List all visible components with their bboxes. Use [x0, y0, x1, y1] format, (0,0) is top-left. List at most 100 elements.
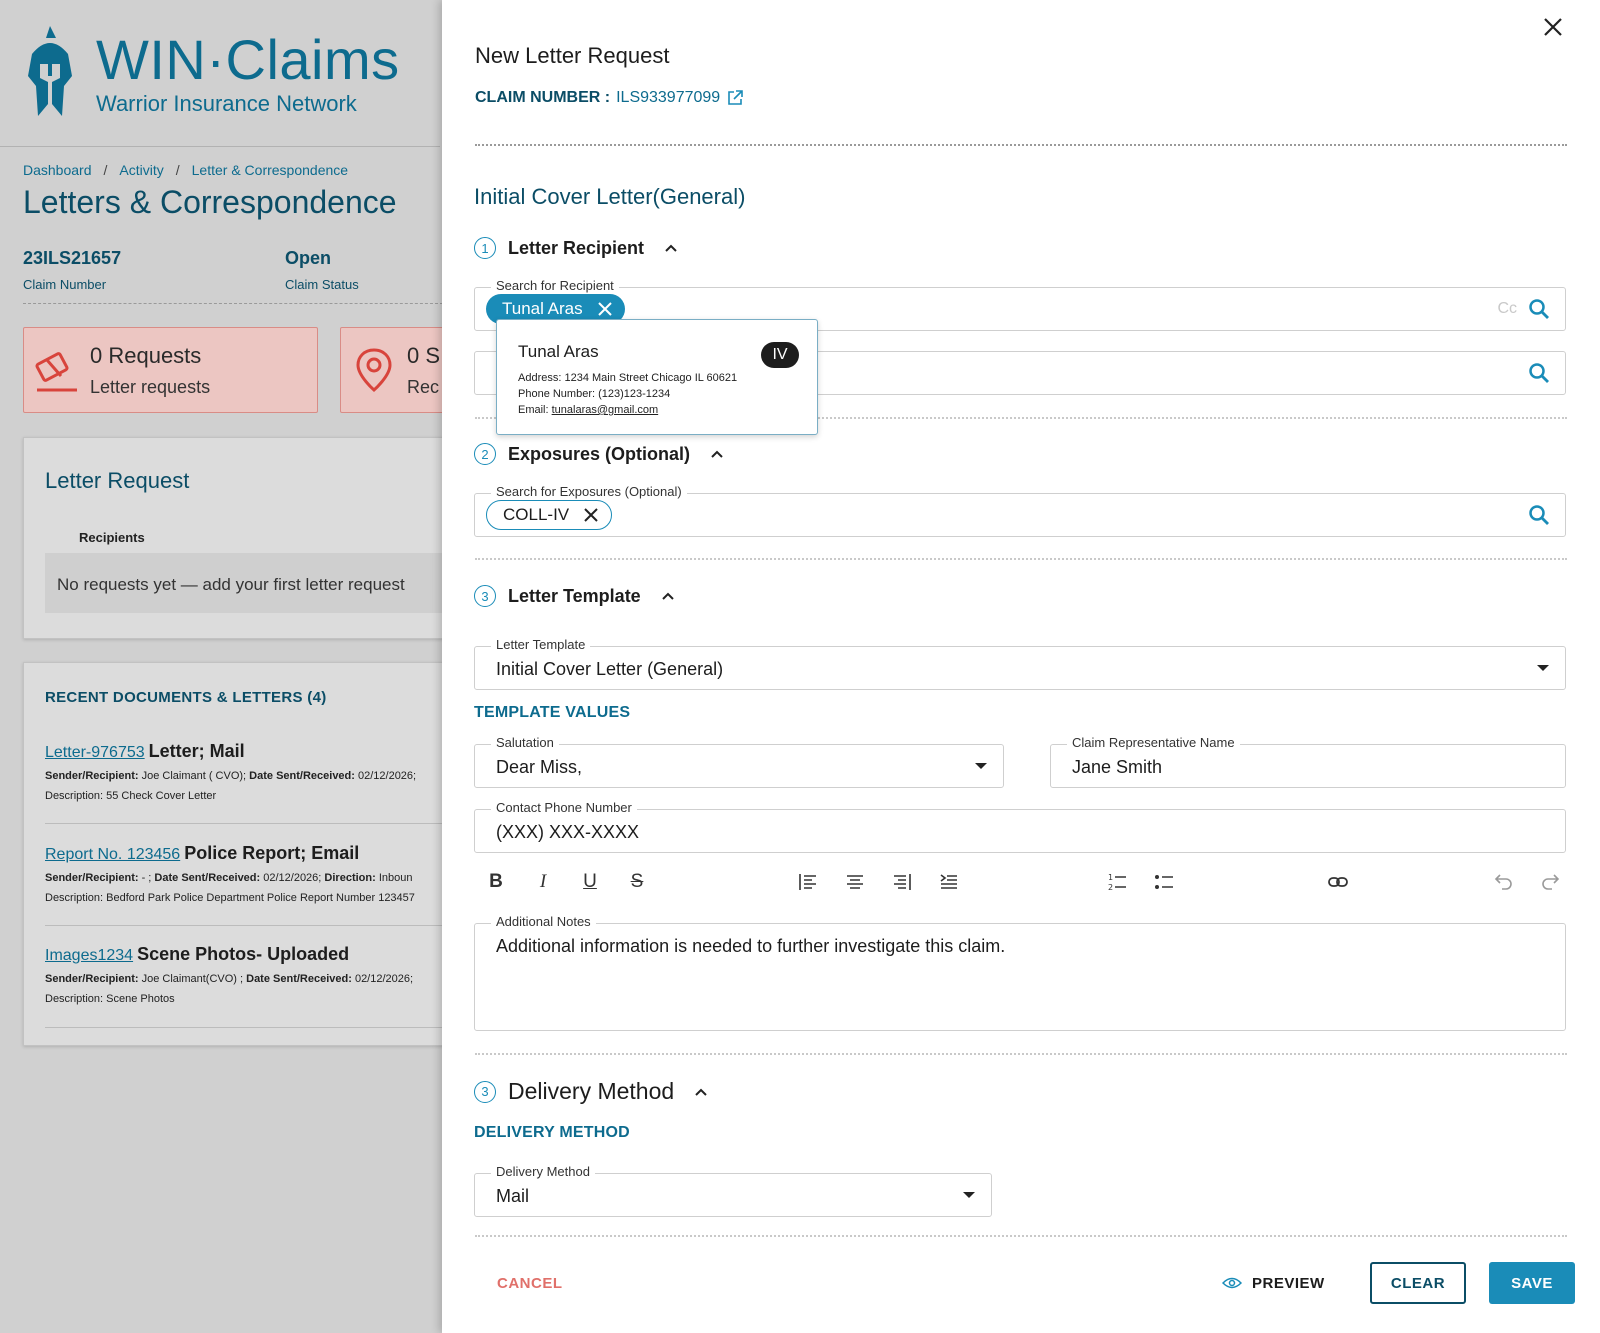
preview-button[interactable]: PREVIEW — [1222, 1262, 1325, 1304]
new-letter-request-drawer: New Letter Request CLAIM NUMBER : ILS933… — [442, 0, 1600, 1333]
rep-name-field[interactable]: Claim Representative Name Jane Smith — [1050, 735, 1566, 788]
notes-text: Additional information is needed to furt… — [496, 936, 1006, 956]
stat-card-secondary[interactable]: 0 S Rec — [340, 327, 450, 413]
document-description: Description: 55 Check Cover Letter — [45, 790, 217, 802]
email-link[interactable]: tunalaras@gmail.com — [552, 404, 659, 416]
bold-button[interactable]: B — [482, 868, 510, 896]
document-meta: Sender/Recipient: Joe Claimant(CVO) ; Da… — [45, 973, 414, 985]
align-center-button[interactable] — [841, 868, 869, 896]
dropdown-arrow-icon[interactable] — [975, 763, 987, 769]
dropdown-arrow-icon[interactable] — [963, 1192, 975, 1198]
external-link-icon[interactable] — [726, 89, 744, 107]
field-label: Contact Phone Number — [491, 800, 637, 815]
align-center-icon — [847, 875, 863, 889]
suggestion-phone: Phone Number: (123)123-1234 — [518, 388, 671, 400]
breadcrumb-dashboard[interactable]: Dashboard — [23, 162, 92, 178]
drawer-title: New Letter Request — [475, 43, 670, 68]
save-button[interactable]: SAVE — [1489, 1262, 1575, 1304]
document-item: Images1234 Scene Photos- Uploaded Sender/… — [45, 944, 465, 1005]
document-link[interactable]: Images1234 — [45, 947, 133, 964]
step-label: Exposures (Optional) — [508, 443, 691, 464]
brand-logo[interactable]: WIN·Claims Warrior Insurance Network — [22, 24, 400, 124]
document-meta: Sender/Recipient: Joe Claimant ( CVO); D… — [45, 770, 417, 782]
breadcrumb-activity[interactable]: Activity — [119, 162, 163, 178]
drawer-claim-number: CLAIM NUMBER : ILS933977099 — [475, 89, 744, 107]
field-label: Letter Template — [491, 637, 591, 652]
document-divider — [45, 925, 465, 926]
chevron-up-icon[interactable] — [661, 591, 675, 601]
brand-subtitle: Warrior Insurance Network — [96, 91, 357, 116]
chevron-up-icon[interactable] — [664, 243, 678, 253]
chevron-up-icon[interactable] — [694, 1087, 708, 1097]
exposure-search-field[interactable]: Search for Exposures (Optional) COLL-IV — [474, 484, 1566, 537]
preview-label: PREVIEW — [1252, 1274, 1325, 1292]
letter-template-select[interactable]: Letter Template Initial Cover Letter (Ge… — [474, 637, 1566, 690]
claim-number-meta: 23ILS21657 Claim Number — [23, 248, 121, 292]
stat-card-requests[interactable]: 0 Requests Letter requests — [23, 327, 318, 413]
chip-remove-icon[interactable] — [597, 301, 613, 317]
letter-type-title: Initial Cover Letter(General) — [474, 184, 746, 209]
step-label: Letter Template — [508, 585, 641, 606]
step-number: 2 — [474, 443, 496, 465]
section-divider — [475, 144, 1567, 146]
salutation-select[interactable]: Salutation Dear Miss, — [474, 735, 1004, 788]
cc-toggle[interactable]: Cc — [1497, 300, 1517, 318]
delivery-method-select[interactable]: Delivery Method Mail — [474, 1164, 992, 1217]
select-value: Initial Cover Letter (General) — [496, 659, 724, 679]
section-divider — [475, 1053, 1567, 1055]
contact-phone-field[interactable]: Contact Phone Number (XXX) XXX-XXXX — [474, 800, 1566, 853]
breadcrumb-separator: / — [103, 162, 108, 178]
close-icon[interactable] — [1540, 14, 1566, 40]
document-item: Report No. 123456 Police Report; Email Se… — [45, 843, 465, 904]
breadcrumb-letters[interactable]: Letter & Correspondence — [192, 162, 348, 178]
redo-button[interactable] — [1536, 868, 1564, 896]
step-letter-recipient[interactable]: 1 Letter Recipient — [474, 237, 678, 259]
underline-button[interactable]: U — [576, 868, 604, 896]
rich-text-toolbar: B I U S 12 — [474, 868, 1566, 896]
stat-secondary-label: Rec — [407, 376, 440, 397]
step-number: 1 — [474, 237, 496, 259]
align-right-button[interactable] — [888, 868, 916, 896]
stat-requests-label: Letter requests — [90, 376, 211, 397]
claim-status-meta: Open Claim Status — [285, 248, 359, 292]
chip-remove-icon[interactable] — [583, 507, 599, 523]
exposure-chip[interactable]: COLL-IV — [486, 500, 613, 530]
dropdown-arrow-icon[interactable] — [1537, 665, 1549, 671]
indent-button[interactable] — [935, 868, 963, 896]
document-link[interactable]: Report No. 123456 — [45, 846, 180, 863]
field-label: Search for Recipient — [491, 278, 619, 293]
align-left-button[interactable] — [794, 868, 822, 896]
step-label: Letter Recipient — [508, 237, 645, 258]
recipient-suggestion-popup[interactable]: Tunal Aras IV Address: 1234 Main Street … — [496, 319, 818, 435]
document-item: Letter-976753 Letter; Mail Sender/Recipie… — [45, 741, 465, 802]
italic-button[interactable]: I — [529, 868, 557, 896]
step-exposures[interactable]: 2 Exposures (Optional) — [474, 443, 724, 465]
strikethrough-button[interactable]: S — [623, 868, 651, 896]
document-link[interactable]: Letter-976753 — [45, 744, 145, 761]
step-letter-template[interactable]: 3 Letter Template — [474, 585, 675, 607]
select-value: Dear Miss, — [496, 757, 583, 777]
undo-icon — [1494, 874, 1512, 890]
document-type: Police Report; Email — [184, 843, 360, 863]
recipients-header: Recipients — [79, 530, 145, 545]
search-icon[interactable] — [1527, 361, 1551, 385]
document-divider — [45, 1027, 465, 1028]
select-value: Mail — [496, 1186, 530, 1206]
input-value: Jane Smith — [1072, 757, 1163, 777]
bullet-list-button[interactable] — [1150, 868, 1178, 896]
field-label: Search for Exposures (Optional) — [491, 484, 687, 499]
clear-button[interactable]: CLEAR — [1370, 1262, 1466, 1304]
link-button[interactable] — [1324, 868, 1352, 896]
search-icon[interactable] — [1527, 503, 1551, 527]
letter-stack-icon — [35, 352, 77, 392]
additional-notes-editor[interactable]: Additional Notes Additional information … — [474, 914, 1566, 1031]
claim-number-link[interactable]: ILS933977099 — [616, 89, 720, 107]
search-icon[interactable] — [1527, 297, 1551, 321]
cancel-button[interactable]: CANCEL — [497, 1262, 563, 1304]
undo-button[interactable] — [1490, 868, 1518, 896]
step-delivery-method[interactable]: 3 Delivery Method — [474, 1078, 708, 1105]
align-right-icon — [894, 874, 911, 890]
numbered-list-button[interactable]: 12 — [1103, 868, 1131, 896]
step-number: 3 — [474, 585, 496, 607]
chevron-up-icon[interactable] — [710, 449, 724, 459]
